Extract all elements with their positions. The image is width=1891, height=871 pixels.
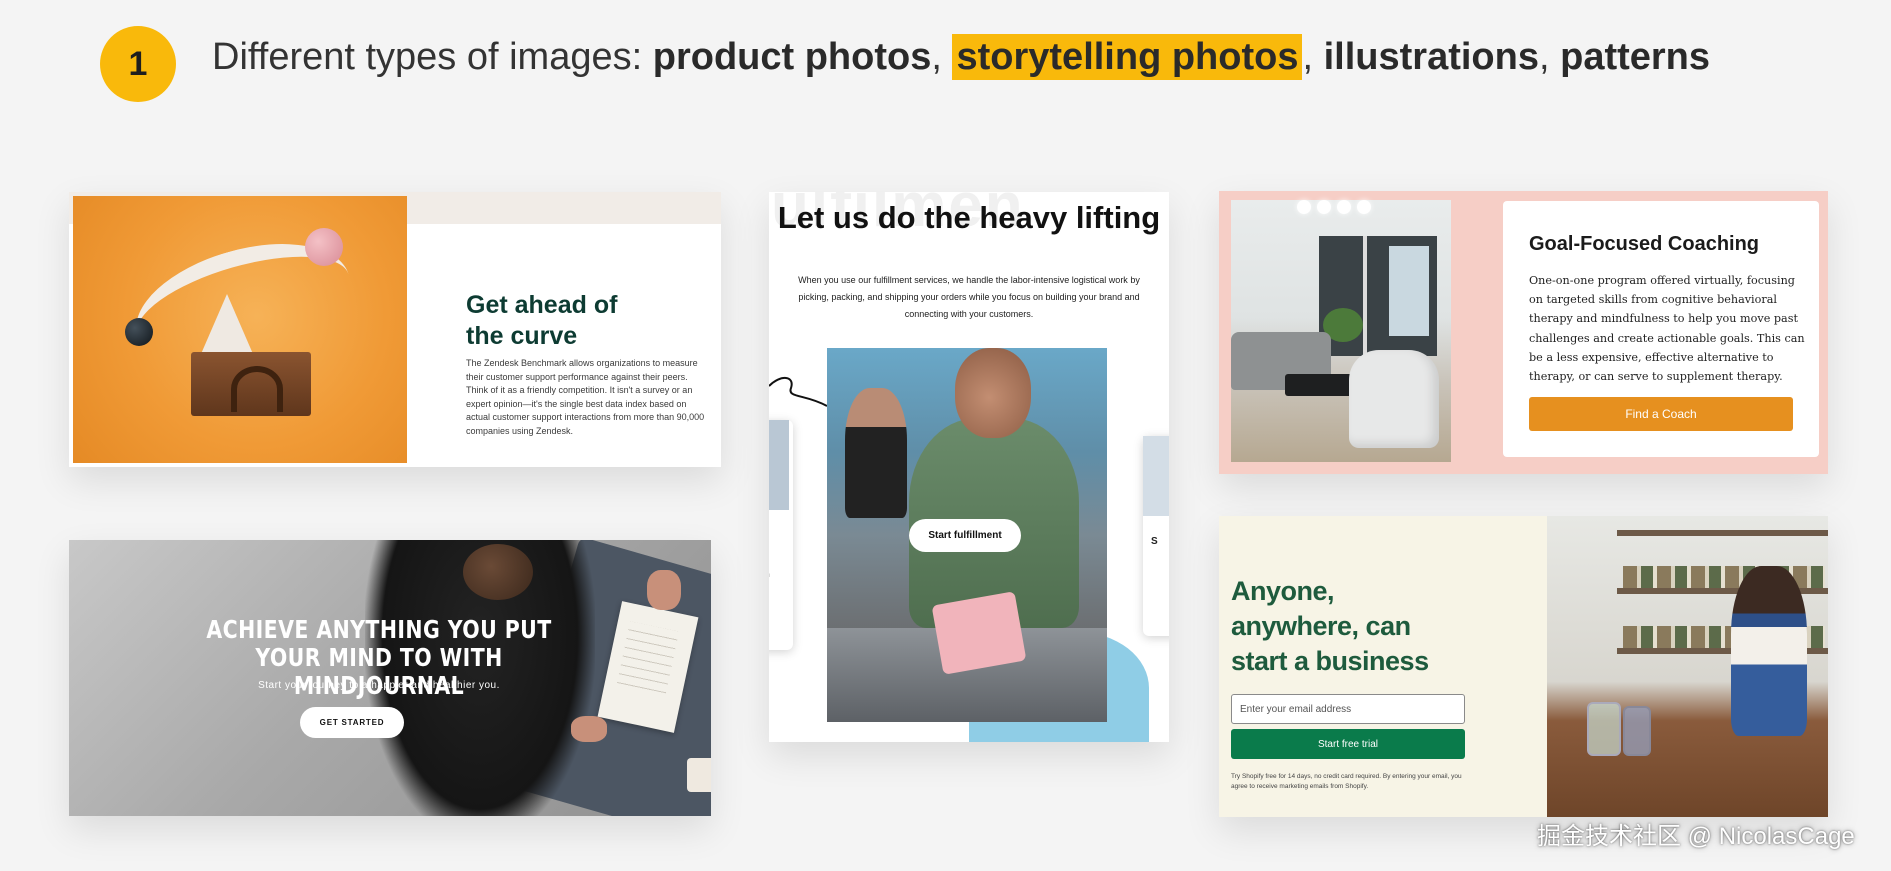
coaching-body: One-on-one program offered virtually, fo… xyxy=(1529,274,1805,384)
zendesk-body: The Zendesk Benchmark allows organizatio… xyxy=(466,358,705,436)
white-armchair xyxy=(1349,350,1439,448)
hand-photo xyxy=(647,570,681,610)
office-lounge-photo xyxy=(1231,200,1451,462)
heading-item-patterns: patterns xyxy=(1560,36,1711,78)
heading-item-illustrations: illustrations xyxy=(1323,36,1539,78)
shelf xyxy=(1617,530,1828,536)
squiggle-line-icon xyxy=(769,377,828,407)
sculpture-wood-block xyxy=(191,352,311,416)
heading-item-storytelling-photos: storytelling photos xyxy=(952,34,1303,80)
coffee-cup-photo xyxy=(687,758,711,792)
coaching-card: Goal-Focused Coaching One-on-one program… xyxy=(1219,191,1828,474)
heading-item-product-photos: product photos xyxy=(652,36,932,78)
side-card-left: th xyxy=(769,420,793,650)
sculpture-dark-ball xyxy=(125,318,153,346)
step-number-badge: 1 xyxy=(100,26,176,102)
heading-prefix: Different types of images: xyxy=(212,36,653,78)
background-worker xyxy=(845,388,907,518)
shop-owner-photo xyxy=(1547,516,1828,817)
glass-jar xyxy=(1587,702,1621,756)
side-card-right: S xyxy=(1143,436,1169,636)
mindjournal-subtitle: Start your journey to a happier and heal… xyxy=(258,680,500,691)
start-free-trial-button[interactable]: Start free trial xyxy=(1231,729,1465,759)
fulfillment-title: Let us do the heavy lifting xyxy=(777,200,1161,235)
fulfillment-card: ulfilmen Let us do the heavy lifting Whe… xyxy=(769,192,1169,742)
coaching-panel: Goal-Focused Coaching One-on-one program… xyxy=(1503,201,1819,457)
juejin-watermark: 掘金技术社区 @ NicolasCage xyxy=(1537,823,1855,850)
woman-at-laptop xyxy=(1731,566,1807,736)
mindjournal-card: Achieve anything you put your mind to wi… xyxy=(69,540,711,816)
get-started-button[interactable]: GET STARTED xyxy=(300,707,404,738)
glass-jar xyxy=(1623,706,1651,756)
start-fulfillment-button[interactable]: Start fulfillment xyxy=(909,519,1021,552)
ceiling-lamp xyxy=(1297,200,1311,214)
balance-sculpture-photo xyxy=(73,196,407,463)
coaching-title: Goal-Focused Coaching xyxy=(1529,233,1760,255)
sculpture-pink-ball xyxy=(305,228,343,266)
shopify-title: Anyone, anywhere, can start a business xyxy=(1231,576,1429,676)
fulfillment-body: When you use our fulfillment services, w… xyxy=(798,275,1140,319)
ceiling-lamp xyxy=(1337,200,1351,214)
find-a-coach-button[interactable]: Find a Coach xyxy=(1529,397,1793,431)
ceiling-lamp xyxy=(1317,200,1331,214)
slide-heading: Different types of images: product photo… xyxy=(212,34,1711,80)
worker-head xyxy=(955,348,1031,438)
zendesk-card: Get ahead of the curve The Zendesk Bench… xyxy=(69,192,721,467)
sculpture-triangle xyxy=(201,294,253,354)
pink-shirt xyxy=(931,591,1027,675)
writing-hand-photo xyxy=(571,716,607,742)
ceiling-lamp xyxy=(1357,200,1371,214)
zendesk-title: Get ahead of the curve xyxy=(466,291,618,350)
shopify-fine-print: Try Shopify free for 14 days, no credit … xyxy=(1231,773,1462,790)
shopify-card: Anyone, anywhere, can start a business S… xyxy=(1219,516,1828,817)
email-input[interactable] xyxy=(1231,694,1465,724)
person-head xyxy=(463,544,533,600)
